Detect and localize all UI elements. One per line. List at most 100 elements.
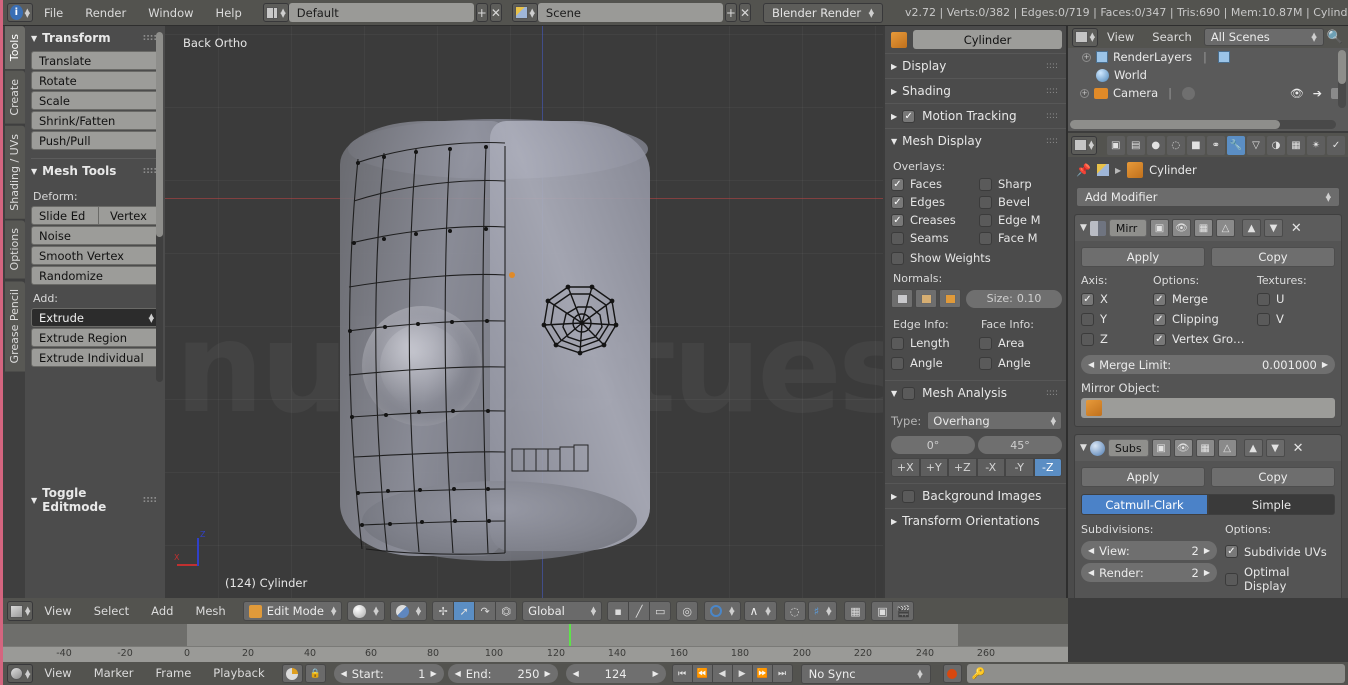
oncage-visibility-icon[interactable]: △ [1215, 219, 1235, 237]
viewport-menu-view[interactable]: View [33, 598, 82, 624]
menu-file[interactable]: File [33, 0, 74, 26]
mesh-analysis-type-dropdown[interactable]: Overhang ▲ ▼ [927, 411, 1062, 430]
mirror-texture-u[interactable]: U [1257, 292, 1337, 306]
sidebar-item-shading-uvs[interactable]: Shading / UVs [5, 125, 25, 219]
editmode-visibility-icon[interactable]: ▦ [1195, 439, 1215, 457]
limit-selection-icon[interactable]: ◎ [676, 601, 699, 621]
mirror-axis-y[interactable]: Y [1081, 312, 1153, 326]
timeline-editor-type-button[interactable]: ▲ ▼ [7, 664, 34, 683]
mesh-analysis-min-angle[interactable]: 0° [891, 436, 975, 454]
checkbox-icon[interactable]: ✓ [891, 177, 904, 191]
viewport-menu-add[interactable]: Add [140, 598, 184, 624]
play-icon[interactable]: ▶ [731, 664, 753, 683]
outliner-scope-dropdown[interactable]: All Scenes ▲ ▼ [1203, 28, 1324, 46]
overlay-creases[interactable]: ✓ Creases [891, 213, 979, 227]
viewport-shading-dropdown[interactable]: ▲ ▼ [347, 601, 385, 621]
toggle-editmode-header[interactable]: ▼ Toggle Editmode :::: [25, 481, 165, 519]
merge-limit-field[interactable]: ◀ Merge Limit: 0.001000 ▶ [1081, 355, 1335, 374]
add-scene-button[interactable]: + [724, 3, 737, 22]
increment-icon[interactable]: ▶ [1204, 546, 1210, 555]
subdivide-uvs-row[interactable]: ✓ Subdivide UVs [1225, 543, 1335, 560]
translate-button[interactable]: Translate [31, 51, 159, 70]
split-normals-icon[interactable] [915, 289, 937, 308]
oncage-visibility-icon[interactable]: △ [1217, 439, 1237, 457]
tab-material[interactable]: ◑ [1266, 135, 1285, 155]
timeline-menu-view[interactable]: View [33, 662, 82, 685]
outliner-row-camera[interactable]: + Camera | 👁 ➔ [1068, 84, 1348, 102]
subsurf-copy-button[interactable]: Copy [1211, 467, 1335, 487]
mirror-merge[interactable]: ✓ Merge [1153, 292, 1257, 306]
tab-modifiers[interactable]: 🔧 [1226, 135, 1245, 155]
viewport-menu-select[interactable]: Select [83, 598, 140, 624]
falloff-dropdown[interactable]: ∧ ▲ ▼ [743, 601, 777, 621]
transform-orientations-section-header[interactable]: ▶ Transform Orientations [885, 508, 1068, 533]
timeline-menu-frame[interactable]: Frame [144, 662, 202, 685]
mesh-options-icon[interactable]: ▦ [844, 601, 867, 621]
frame-end-field[interactable]: ◀ End: 250 ▶ [447, 664, 558, 683]
tab-texture[interactable]: ▦ [1286, 135, 1305, 155]
overlay-bevel[interactable]: Bevel [979, 195, 1067, 209]
mesh-analysis-checkbox[interactable] [902, 386, 916, 400]
frame-start-field[interactable]: ◀ Start: 1 ▶ [333, 664, 444, 683]
interaction-mode-dropdown[interactable]: Edit Mode ▲ ▼ [242, 601, 343, 621]
rotate-manipulator-icon[interactable]: ↷ [474, 601, 497, 621]
decrement-icon[interactable]: ◀ [1088, 360, 1094, 369]
transform-orientation-dropdown[interactable]: Global ▲ ▼ [522, 601, 603, 621]
display-section-header[interactable]: ▶ Display :::: [885, 53, 1068, 78]
keying-set-field[interactable]: 🔑 [966, 664, 1345, 683]
current-frame-field[interactable]: ◀ 124 ▶ [565, 664, 666, 683]
vertex-select-icon[interactable]: ▪ [607, 601, 630, 621]
checkbox-icon[interactable] [1257, 312, 1270, 326]
extrude-region-button[interactable]: Extrude Region [31, 328, 159, 347]
pivot-point-dropdown[interactable]: ▲ ▼ [389, 601, 428, 621]
tab-scene[interactable]: ● [1146, 135, 1165, 155]
cursor-icon[interactable]: ➔ [1313, 87, 1322, 100]
face-normals-icon[interactable] [939, 289, 961, 308]
axis-plus-y-button[interactable]: +Y [919, 458, 948, 477]
snap-target-dropdown[interactable]: ♯ ▲ ▼ [807, 601, 838, 621]
menu-window[interactable]: Window [137, 0, 204, 26]
outliner-vertical-scrollbar[interactable] [1338, 50, 1346, 108]
background-images-checkbox[interactable] [902, 489, 916, 503]
decrement-icon[interactable]: ◀ [455, 669, 461, 678]
checkbox-icon[interactable] [891, 251, 904, 265]
mirror-apply-button[interactable]: Apply [1081, 247, 1205, 267]
tab-world[interactable]: ◌ [1166, 135, 1185, 155]
randomize-button[interactable]: Randomize [31, 266, 159, 285]
mirror-object-field[interactable] [1081, 398, 1335, 418]
scale-button[interactable]: Scale [31, 91, 159, 110]
overlay-seams[interactable]: Seams [891, 231, 979, 245]
overlay-edge-marks[interactable]: Edge M [979, 213, 1067, 227]
delete-scene-button[interactable]: ✕ [738, 3, 752, 22]
checkbox-icon[interactable] [1257, 292, 1270, 306]
checkbox-icon[interactable] [979, 231, 992, 245]
chevron-down-icon[interactable]: ▼ [1080, 443, 1087, 453]
edge-angle-row[interactable]: Angle [891, 356, 979, 370]
outliner-row-world[interactable]: World [1068, 66, 1348, 84]
scene-selector-icon-button[interactable]: ▲ ▼ [511, 3, 538, 22]
rotate-button[interactable]: Rotate [31, 71, 159, 90]
motion-tracking-section-header[interactable]: ▶ ✓ Motion Tracking :::: [885, 103, 1068, 128]
noise-button[interactable]: Noise [31, 226, 159, 245]
viewport-menu-mesh[interactable]: Mesh [184, 598, 236, 624]
move-up-icon[interactable]: ▲ [1241, 219, 1261, 237]
prev-keyframe-icon[interactable]: ⏪ [691, 664, 713, 683]
checkbox-icon[interactable] [979, 177, 992, 191]
axis-plus-z-button[interactable]: +Z [948, 458, 977, 477]
checkbox-icon[interactable] [1081, 332, 1094, 346]
vertex-slide-button[interactable]: Vertex [99, 206, 159, 225]
axis-minus-z-button[interactable]: -Z [1033, 458, 1062, 477]
render-visibility-icon[interactable]: ▣ [1151, 439, 1171, 457]
optimal-display-row[interactable]: Optimal Display [1225, 565, 1335, 593]
normals-size-field[interactable]: Size: 0.10 [966, 289, 1062, 308]
mesh-tools-panel-header[interactable]: ▼ Mesh Tools :::: [25, 159, 165, 183]
move-down-icon[interactable]: ▼ [1263, 219, 1283, 237]
tab-physics[interactable]: ✓ [1327, 135, 1346, 155]
expand-icon[interactable]: + [1082, 52, 1091, 62]
tab-particles[interactable]: ✴ [1307, 135, 1326, 155]
checkbox-icon[interactable]: ✓ [891, 195, 904, 209]
sidebar-item-create[interactable]: Create [5, 71, 25, 124]
tab-object-data[interactable]: ▽ [1246, 135, 1265, 155]
outliner-row-renderlayers[interactable]: + RenderLayers | [1068, 48, 1348, 66]
mesh-analysis-section-header[interactable]: ▼ Mesh Analysis :::: [885, 380, 1068, 405]
